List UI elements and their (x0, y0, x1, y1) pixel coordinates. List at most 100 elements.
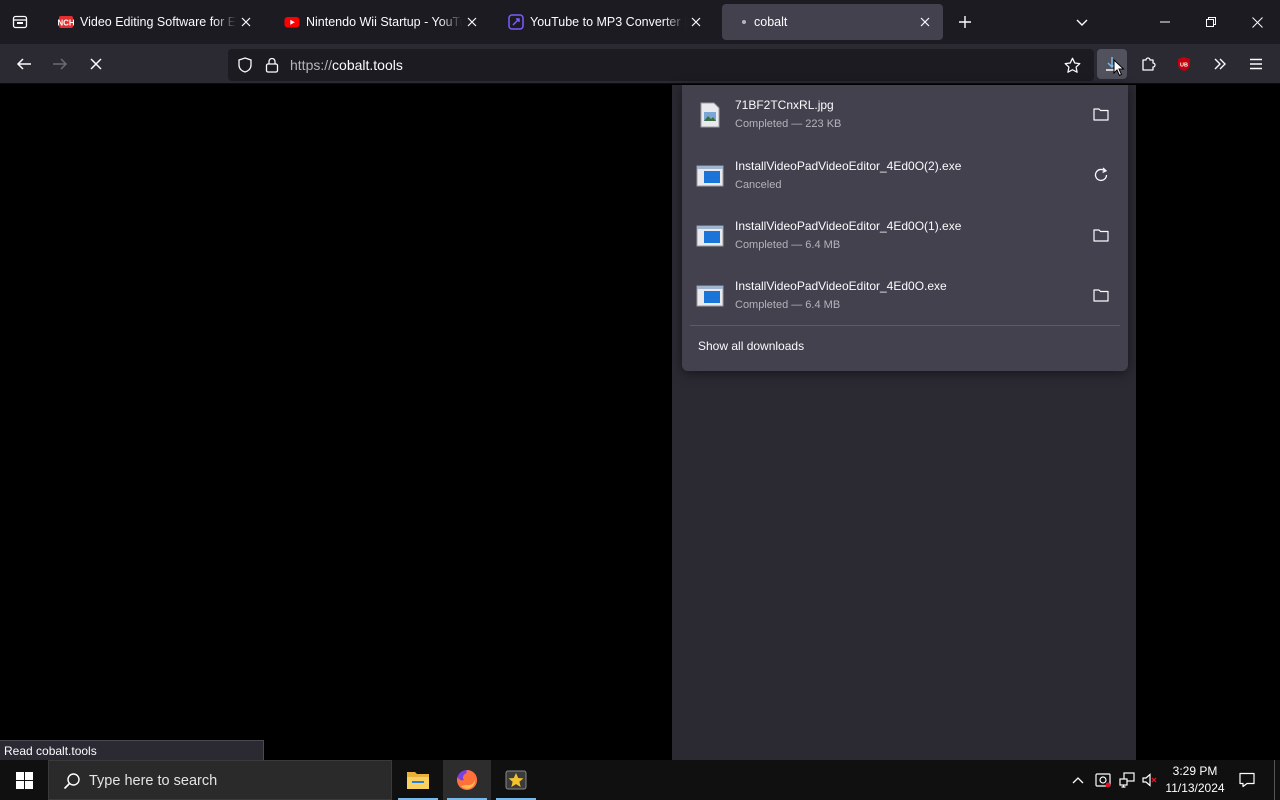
panel-divider (690, 325, 1120, 326)
app-menu-button[interactable] (1241, 49, 1271, 79)
download-filename: 71BF2TCnxRL.jpg (735, 98, 834, 112)
close-window-button[interactable] (1234, 0, 1280, 44)
exe-file-icon (696, 285, 724, 307)
firefox-taskbar-button[interactable] (443, 760, 491, 800)
download-item[interactable]: InstallVideoPadVideoEditor_4Ed0O(1).exe … (682, 206, 1128, 264)
bookmark-star-icon[interactable] (1063, 56, 1081, 74)
download-item[interactable]: 71BF2TCnxRL.jpg Completed — 223 KB (682, 85, 1128, 143)
folder-icon (1093, 229, 1109, 242)
back-button[interactable] (9, 49, 39, 79)
list-all-tabs-button[interactable] (1068, 8, 1096, 36)
volume-muted-icon (1142, 773, 1157, 787)
navigation-toolbar: https://cobalt.tools UB (0, 44, 1280, 84)
chevron-up-icon (1072, 777, 1084, 784)
download-status: Completed — 6.4 MB (735, 299, 841, 311)
ublock-origin-button[interactable]: UB (1169, 49, 1199, 79)
windows-taskbar: Type here to search 3:29 PM 11/13/2024 (0, 760, 1280, 800)
download-filename: InstallVideoPadVideoEditor_4Ed0O(2).exe (735, 159, 962, 173)
tab-cobalt[interactable]: cobalt (722, 4, 943, 40)
back-arrow-icon (16, 58, 31, 70)
show-all-downloads-button[interactable]: Show all downloads (698, 339, 804, 353)
notification-icon (1239, 772, 1255, 788)
download-filename: InstallVideoPadVideoEditor_4Ed0O(1).exe (735, 219, 962, 233)
search-icon (63, 773, 80, 790)
show-in-folder-button[interactable] (1090, 284, 1112, 306)
address-bar[interactable]: https://cobalt.tools (228, 49, 1094, 81)
close-tab-icon[interactable] (464, 14, 480, 30)
firefox-icon (457, 769, 478, 790)
meet-now-tray-icon[interactable] (1092, 760, 1114, 800)
hamburger-menu-icon (1250, 58, 1262, 70)
firefox-view-button[interactable] (6, 8, 34, 36)
restore-icon (1206, 17, 1216, 27)
tab-youtube-mp3[interactable]: YouTube to MP3 Converter | 100% Free (498, 4, 714, 40)
firefox-view-icon (12, 15, 28, 29)
taskbar-search-box[interactable]: Type here to search (48, 760, 392, 800)
tracking-protection-icon[interactable] (236, 56, 254, 74)
show-in-folder-button[interactable] (1090, 103, 1112, 125)
new-tab-button[interactable] (951, 8, 979, 36)
puzzle-piece-icon (1142, 57, 1156, 71)
show-hidden-icons-button[interactable] (1068, 760, 1088, 800)
download-filename: InstallVideoPadVideoEditor_4Ed0O.exe (735, 279, 947, 293)
nch-icon: NCH (58, 16, 74, 28)
download-status: Completed — 6.4 MB (735, 239, 841, 251)
download-status: Completed — 223 KB (735, 118, 842, 130)
show-in-folder-button[interactable] (1090, 224, 1112, 246)
close-tab-icon[interactable] (688, 14, 704, 30)
lock-icon[interactable] (263, 56, 281, 74)
retry-download-button[interactable] (1090, 164, 1112, 186)
more-tools-button[interactable] (1205, 49, 1235, 79)
tab-video-editing[interactable]: NCH Video Editing Software for Everyone (48, 4, 264, 40)
double-chevron-right-icon (1214, 58, 1226, 70)
svg-text:NCH: NCH (58, 19, 74, 28)
folder-icon (1093, 289, 1109, 302)
retry-icon (1094, 167, 1108, 182)
image-file-icon (700, 102, 720, 128)
mouse-cursor-icon (1113, 59, 1125, 77)
tray-app-icon (1095, 773, 1111, 788)
downloads-panel: 71BF2TCnxRL.jpg Completed — 223 KB Insta… (682, 85, 1128, 371)
file-explorer-taskbar-button[interactable] (394, 760, 442, 800)
exe-file-icon (696, 225, 724, 247)
tab-title: cobalt (754, 15, 788, 29)
clock-time: 3:29 PM (1172, 764, 1218, 778)
forward-button[interactable] (45, 49, 75, 79)
show-desktop-button[interactable] (1274, 760, 1280, 800)
taskbar-clock[interactable]: 3:29 PM 11/13/2024 (1160, 763, 1230, 797)
ublock-icon: UB (1178, 57, 1190, 71)
extensions-button[interactable] (1133, 49, 1163, 79)
clock-date: 11/13/2024 (1165, 781, 1225, 795)
minimize-icon (1160, 21, 1170, 23)
windows-logo-icon (15, 771, 33, 789)
start-button[interactable] (0, 760, 48, 800)
stop-button[interactable] (81, 49, 111, 79)
action-center-button[interactable] (1232, 760, 1262, 800)
exe-file-icon (696, 165, 724, 187)
close-icon (1251, 16, 1263, 28)
volume-tray-icon[interactable] (1140, 760, 1160, 800)
restore-button[interactable] (1188, 0, 1234, 44)
forward-arrow-icon (53, 58, 68, 70)
tab-title: Nintendo Wii Startup - YouTube (306, 15, 462, 29)
youtube-icon (284, 17, 300, 28)
videopad-taskbar-button[interactable] (492, 760, 540, 800)
network-tray-icon[interactable] (1116, 760, 1138, 800)
stop-icon (90, 58, 102, 70)
download-item[interactable]: InstallVideoPadVideoEditor_4Ed0O(2).exe … (682, 146, 1128, 204)
chevron-down-icon (1076, 19, 1088, 26)
download-item[interactable]: InstallVideoPadVideoEditor_4Ed0O.exe Com… (682, 266, 1128, 324)
tab-strip: NCH Video Editing Software for Everyone … (0, 0, 1280, 44)
minimize-button[interactable] (1142, 0, 1188, 44)
url-text: https://cobalt.tools (290, 57, 403, 73)
downloads-button[interactable] (1097, 49, 1127, 79)
videopad-icon (505, 770, 527, 790)
search-placeholder: Type here to search (89, 773, 218, 789)
loading-dot-icon (742, 20, 746, 24)
svg-text:UB: UB (1180, 63, 1188, 69)
close-tab-icon[interactable] (917, 14, 933, 30)
tab-nintendo-wii[interactable]: Nintendo Wii Startup - YouTube (274, 4, 490, 40)
tab-title: Video Editing Software for Everyone (80, 15, 236, 29)
close-tab-icon[interactable] (238, 14, 254, 30)
converter-icon (508, 14, 524, 30)
